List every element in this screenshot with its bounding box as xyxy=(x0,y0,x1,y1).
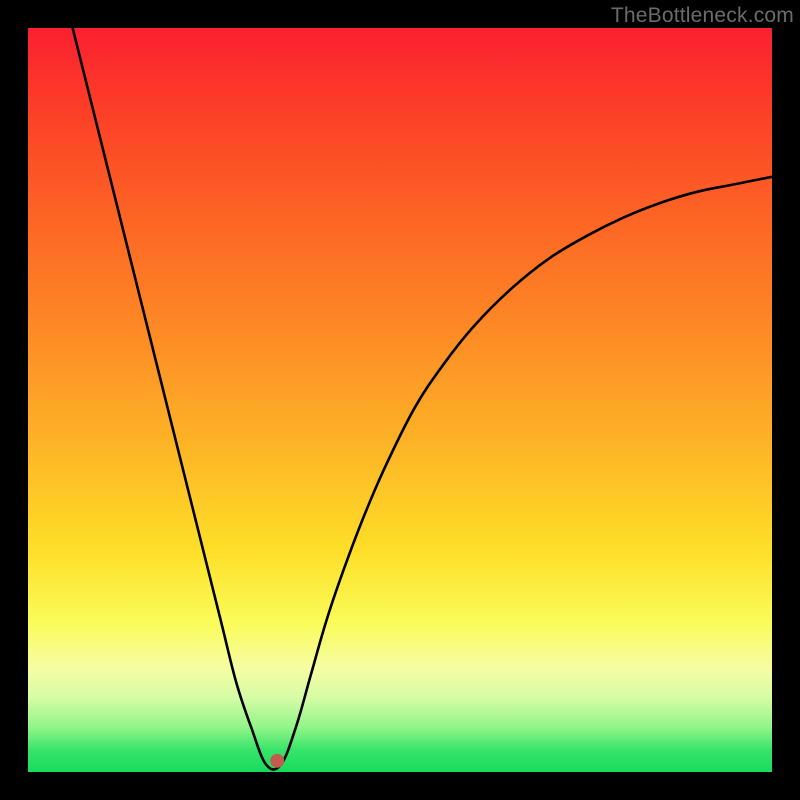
plot-area xyxy=(28,28,772,772)
bottleneck-curve xyxy=(73,28,772,770)
curve-layer xyxy=(73,28,772,770)
chart-svg xyxy=(28,28,772,772)
chart-frame: TheBottleneck.com xyxy=(0,0,800,800)
watermark-text: TheBottleneck.com xyxy=(611,4,794,28)
minimum-marker xyxy=(270,754,284,768)
